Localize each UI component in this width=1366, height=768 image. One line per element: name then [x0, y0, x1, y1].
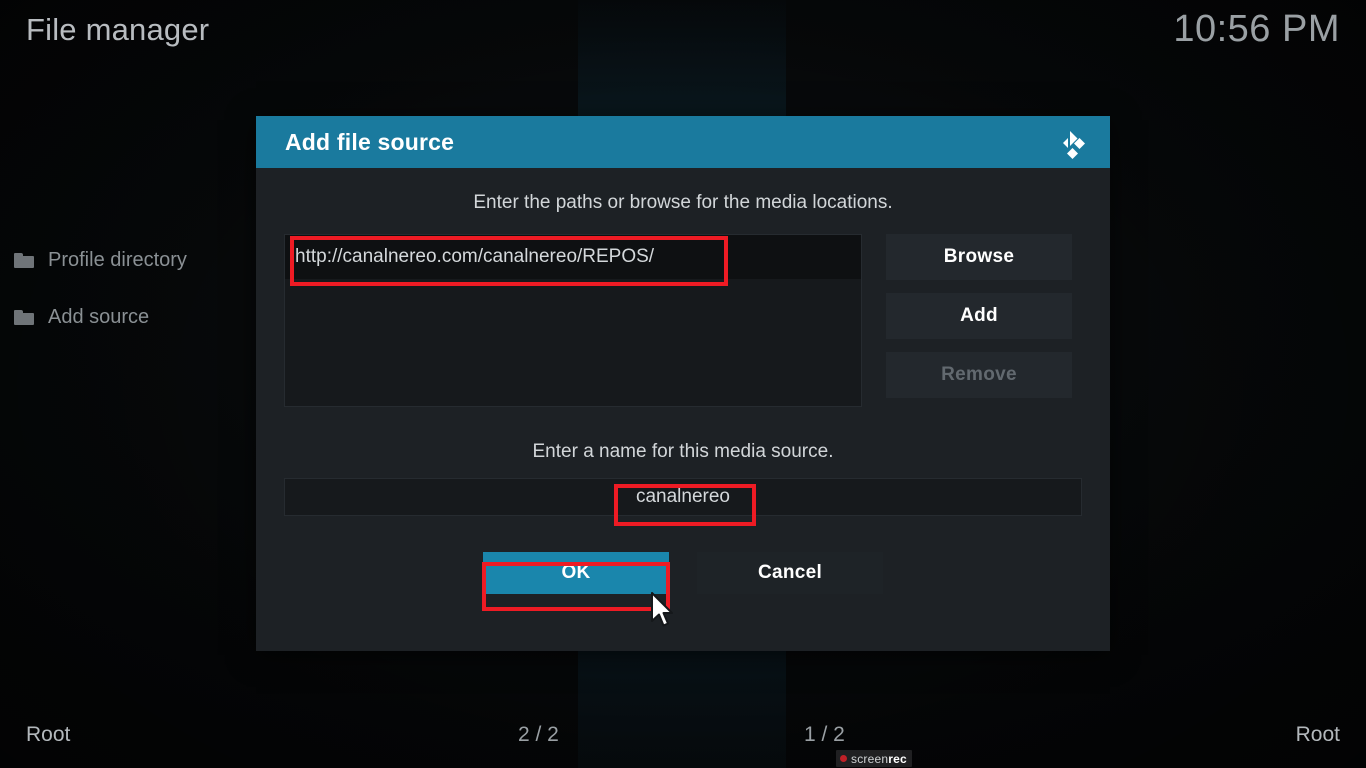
- sidebar-item-profile-directory[interactable]: Profile directory: [0, 232, 256, 289]
- browse-button[interactable]: Browse: [886, 234, 1072, 280]
- remove-button: Remove: [886, 352, 1072, 398]
- add-button[interactable]: Add: [886, 293, 1072, 339]
- watermark-text-light: screen: [851, 751, 889, 766]
- path-list[interactable]: http://canalnereo.com/canalnereo/REPOS/: [284, 234, 862, 407]
- cancel-button[interactable]: Cancel: [697, 552, 883, 594]
- dialog-subtitle: Enter the paths or browse for the media …: [473, 192, 893, 213]
- sidebar-item-label: Profile directory: [48, 249, 187, 271]
- top-bar: File manager 10:56 PM: [0, 0, 1366, 72]
- path-button-column: Browse Add Remove: [886, 234, 1072, 398]
- folder-icon: [14, 253, 34, 268]
- folder-icon: [14, 310, 34, 325]
- source-name-value: canalnereo: [635, 486, 731, 507]
- watermark-text-bold: rec: [888, 751, 907, 766]
- dialog-header: Add file source: [256, 116, 1110, 168]
- dialog-action-row: OK Cancel: [256, 552, 1110, 594]
- add-file-source-dialog: Add file source Enter the paths or brows…: [256, 116, 1110, 651]
- page-title: File manager: [26, 12, 210, 47]
- sidebar: Profile directory Add source: [0, 232, 256, 346]
- sidebar-item-add-source[interactable]: Add source: [0, 289, 256, 346]
- status-right-count: 1 / 2: [804, 723, 845, 746]
- watermark-label: screenrec: [851, 753, 907, 765]
- path-list-item[interactable]: http://canalnereo.com/canalnereo/REPOS/: [285, 235, 861, 279]
- name-field-label: Enter a name for this media source.: [532, 441, 834, 462]
- status-bar: Root 2 / 2 1 / 2 Root: [0, 710, 1366, 768]
- kodi-logo-icon: [1057, 127, 1089, 159]
- kodi-screen: File manager 10:56 PM Profile directory …: [0, 0, 1366, 768]
- dialog-title: Add file source: [285, 128, 455, 155]
- status-right-root: Root: [1295, 723, 1340, 746]
- system-clock: 10:56 PM: [1173, 8, 1340, 50]
- status-left-root: Root: [26, 723, 71, 746]
- status-left-count: 2 / 2: [518, 723, 559, 746]
- sidebar-item-label: Add source: [48, 306, 150, 328]
- screenrec-watermark: screenrec: [836, 750, 912, 767]
- paths-row: http://canalnereo.com/canalnereo/REPOS/ …: [256, 234, 1110, 407]
- ok-button[interactable]: OK: [483, 552, 669, 594]
- record-dot-icon: [840, 755, 847, 762]
- source-name-input[interactable]: canalnereo: [284, 478, 1082, 516]
